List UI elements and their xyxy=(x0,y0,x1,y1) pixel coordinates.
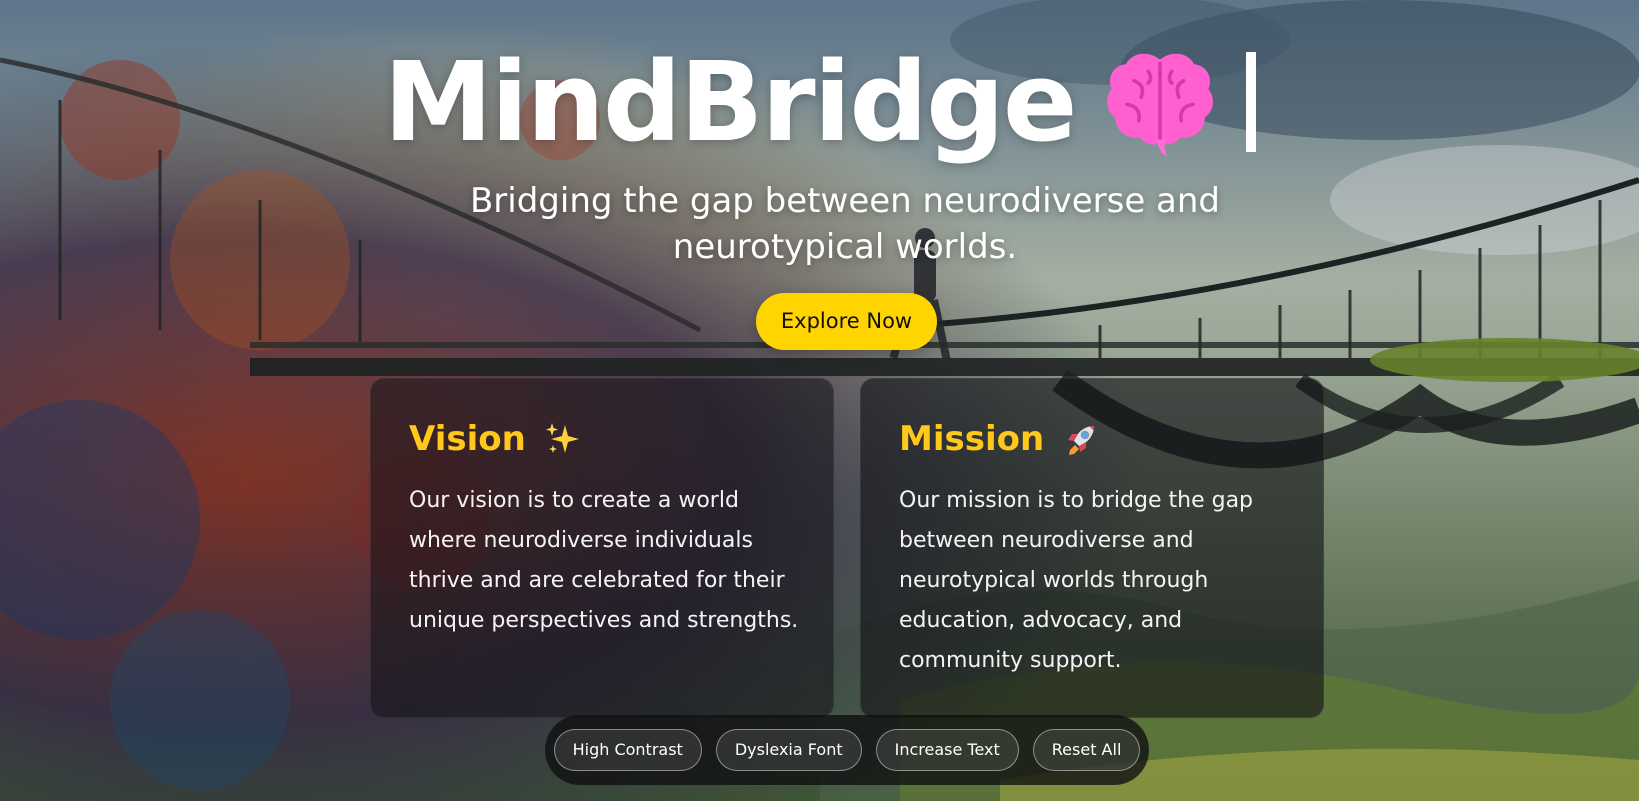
vision-card: Vision Our vision is to create a world w… xyxy=(370,378,834,718)
high-contrast-button[interactable]: High Contrast xyxy=(553,729,702,771)
hero-section: MindBridge Bridging the gap between neur… xyxy=(0,0,1639,801)
hero-subtitle: Bridging the gap between neurodiverse an… xyxy=(469,181,1221,267)
sparkles-icon xyxy=(543,419,583,459)
title-row: MindBridge xyxy=(0,38,1639,166)
increase-text-button[interactable]: Increase Text xyxy=(875,729,1019,771)
vision-text: Our vision is to create a world where ne… xyxy=(409,488,799,633)
site-title: MindBridge xyxy=(383,38,1077,166)
rocket-icon xyxy=(1061,419,1101,459)
mission-card: Mission Our mission is to bridge the gap… xyxy=(860,378,1324,718)
mission-title: Mission xyxy=(899,419,1045,459)
vision-title: Vision xyxy=(409,419,526,459)
accessibility-toolbar: High Contrast Dyslexia Font Increase Tex… xyxy=(545,715,1149,785)
hero-content: MindBridge Bridging the gap between neur… xyxy=(0,0,1639,801)
mission-card-header: Mission xyxy=(899,419,1101,459)
dyslexia-font-button[interactable]: Dyslexia Font xyxy=(715,729,862,771)
brain-emoji-icon xyxy=(1101,43,1219,161)
vision-card-header: Vision xyxy=(409,419,583,459)
explore-now-button[interactable]: Explore Now xyxy=(756,293,937,350)
mission-text: Our mission is to bridge the gap between… xyxy=(899,488,1254,673)
typing-cursor xyxy=(1245,52,1256,152)
reset-all-button[interactable]: Reset All xyxy=(1032,729,1141,771)
